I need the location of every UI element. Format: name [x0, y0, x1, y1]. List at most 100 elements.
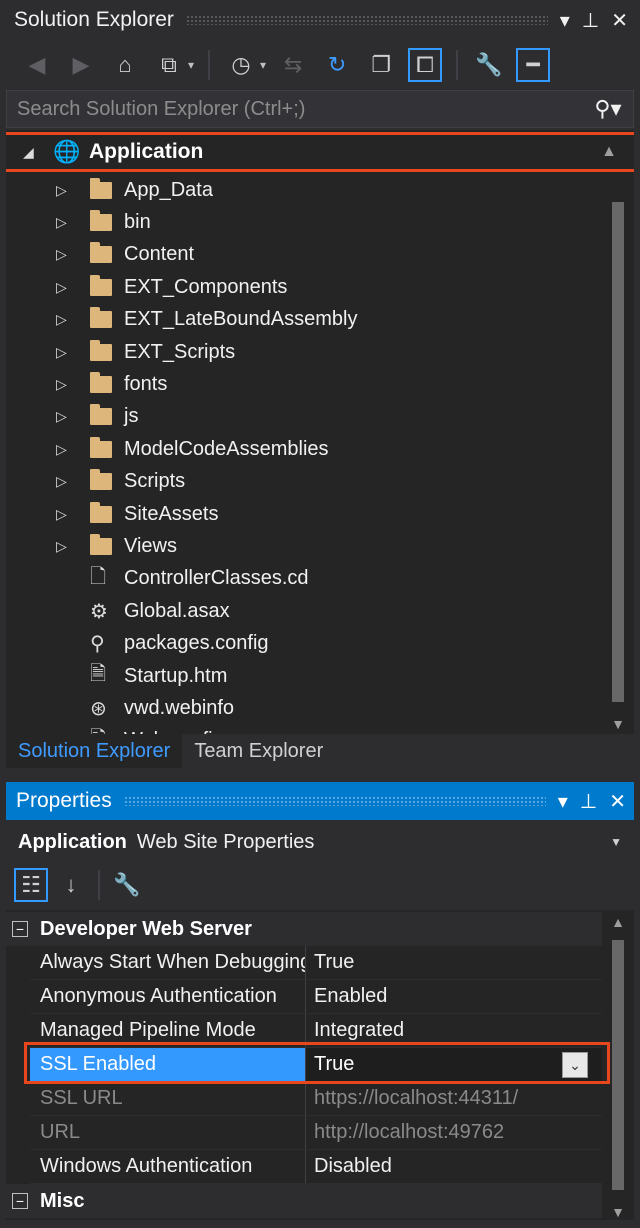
- show-all-files-icon[interactable]: ⧠: [408, 48, 443, 82]
- tree-folder-item[interactable]: ▷ App_Data: [6, 174, 602, 206]
- property-value[interactable]: Integrated: [306, 1014, 602, 1047]
- property-name[interactable]: URL: [30, 1116, 306, 1149]
- filter-dropdown-icon[interactable]: ▾: [260, 58, 266, 72]
- property-value[interactable]: True: [306, 1048, 602, 1081]
- tree-folder-item[interactable]: ▷ Content: [6, 239, 602, 271]
- tree-folder-item[interactable]: ▷ bin: [6, 206, 602, 238]
- property-value[interactable]: https://localhost:44311/: [306, 1082, 602, 1115]
- property-value[interactable]: True: [306, 946, 602, 979]
- tab-solution-explorer[interactable]: Solution Explorer: [6, 734, 183, 768]
- close-icon[interactable]: ✕: [611, 8, 628, 33]
- property-row[interactable]: Anonymous Authentication Enabled: [30, 980, 602, 1014]
- property-pages-wrench-icon[interactable]: 🔧: [110, 868, 144, 902]
- forward-icon[interactable]: ▶: [64, 48, 98, 82]
- alphabetical-icon[interactable]: ↓: [54, 868, 88, 902]
- search-input[interactable]: [17, 97, 583, 121]
- search-options-icon[interactable]: ⚲▾: [583, 96, 633, 122]
- grid-scrollbar[interactable]: ▲ ▼: [610, 910, 626, 1220]
- tree-folder-item[interactable]: ▷ EXT_Scripts: [6, 336, 602, 368]
- tree-folder-item[interactable]: ▷ EXT_Components: [6, 271, 602, 303]
- tree-folder-item[interactable]: ▷ SiteAssets: [6, 498, 602, 530]
- sync-with-document-icon[interactable]: ⇆: [276, 48, 310, 82]
- refresh-icon[interactable]: ↻: [320, 48, 354, 82]
- title-grip[interactable]: [123, 796, 546, 806]
- tree-folder-item[interactable]: ▷ Scripts: [6, 466, 602, 498]
- property-row[interactable]: SSL URL https://localhost:44311/: [30, 1082, 602, 1116]
- properties-wrench-icon[interactable]: 🔧: [472, 48, 506, 82]
- category-developer-web-server[interactable]: − Developer Web Server: [6, 912, 602, 946]
- expand-arrow-icon[interactable]: ▷: [6, 182, 90, 199]
- category-misc[interactable]: − Misc: [6, 1184, 602, 1218]
- tree-folder-item[interactable]: ▷ EXT_LateBoundAssembly: [6, 304, 602, 336]
- chevron-down-icon[interactable]: ▼: [610, 835, 622, 849]
- scroll-up-icon[interactable]: ▲: [601, 143, 617, 161]
- tree-file-item[interactable]: 🗎 Startup.htm: [6, 660, 602, 692]
- expand-arrow-icon[interactable]: ▷: [6, 376, 90, 393]
- property-name[interactable]: Anonymous Authentication: [30, 980, 306, 1013]
- switch-views-dropdown-icon[interactable]: ▾: [188, 58, 194, 72]
- scroll-down-icon[interactable]: ▼: [610, 716, 626, 732]
- value-dropdown-chevron-icon[interactable]: ⌄: [562, 1052, 588, 1078]
- property-row[interactable]: SSL Enabled True ⌄: [30, 1048, 602, 1082]
- expand-arrow-icon[interactable]: ▷: [6, 344, 90, 361]
- switch-views-icon[interactable]: ⧉: [152, 48, 186, 82]
- pending-changes-filter-icon[interactable]: ◷: [224, 48, 258, 82]
- back-icon[interactable]: ◀: [20, 48, 54, 82]
- categorized-icon[interactable]: ☷: [14, 868, 48, 902]
- tree-folder-item[interactable]: ▷ Views: [6, 530, 602, 562]
- window-menu-icon[interactable]: ▾: [558, 789, 568, 814]
- tree-root-application[interactable]: ◢ 🌐 Application ▲: [6, 132, 634, 172]
- property-row[interactable]: Always Start When Debugging True: [30, 946, 602, 980]
- tree-file-item[interactable]: ⚙ Global.asax: [6, 595, 602, 627]
- property-value[interactable]: Enabled: [306, 980, 602, 1013]
- object-selector[interactable]: Application Web Site Properties ▼: [6, 822, 634, 862]
- solution-tree[interactable]: ◢ 🌐 Application ▲ ▷ App_Data ▷ bin ▷ Content ▷…: [6, 130, 634, 734]
- window-menu-icon[interactable]: ▾: [560, 8, 570, 33]
- search-box[interactable]: ⚲▾: [6, 90, 634, 128]
- tree-file-item[interactable]: 🗋 ControllerClasses.cd: [6, 563, 602, 595]
- pin-icon[interactable]: ⊥: [580, 789, 597, 814]
- property-value[interactable]: http://localhost:49762: [306, 1116, 602, 1149]
- expand-arrow-icon[interactable]: ▷: [6, 246, 90, 263]
- property-row[interactable]: URL http://localhost:49762: [30, 1116, 602, 1150]
- scroll-down-icon[interactable]: ▼: [610, 1204, 626, 1220]
- scrollbar-thumb[interactable]: [612, 940, 624, 1190]
- expand-arrow-icon[interactable]: ▷: [6, 214, 90, 231]
- expand-arrow-icon[interactable]: ▷: [6, 408, 90, 425]
- scrollbar-thumb[interactable]: [612, 202, 624, 702]
- property-row[interactable]: Windows Authentication Disabled: [30, 1150, 602, 1184]
- tab-team-explorer[interactable]: Team Explorer: [182, 734, 335, 768]
- property-name[interactable]: Managed Pipeline Mode: [30, 1014, 306, 1047]
- collapse-box-icon[interactable]: −: [12, 1193, 28, 1209]
- tree-file-item[interactable]: ⚲ packages.config: [6, 628, 602, 660]
- expand-arrow-icon[interactable]: ▷: [6, 279, 90, 296]
- property-value[interactable]: Disabled: [306, 1150, 602, 1183]
- tree-file-item[interactable]: 🗎Web.config: [6, 725, 602, 734]
- property-name[interactable]: Always Start When Debugging: [30, 946, 306, 979]
- close-icon[interactable]: ✕: [609, 789, 626, 814]
- tree-folder-item[interactable]: ▷ js: [6, 401, 602, 433]
- tree-file-item[interactable]: ⊛ vwd.webinfo: [6, 692, 602, 724]
- expand-arrow-icon[interactable]: ▷: [6, 538, 90, 555]
- property-row[interactable]: Managed Pipeline Mode Integrated: [30, 1014, 602, 1048]
- home-icon[interactable]: ⌂: [108, 48, 142, 82]
- property-name[interactable]: SSL URL: [30, 1082, 306, 1115]
- title-grip[interactable]: [185, 15, 548, 25]
- tree-folder-item[interactable]: ▷ fonts: [6, 368, 602, 400]
- expand-arrow-icon[interactable]: ▷: [6, 311, 90, 328]
- expand-arrow-icon[interactable]: ▷: [6, 506, 90, 523]
- collapse-box-icon[interactable]: −: [12, 921, 28, 937]
- expand-arrow-icon[interactable]: ▷: [6, 441, 90, 458]
- property-grid[interactable]: − Developer Web Server Always Start When…: [6, 910, 634, 1220]
- pin-icon[interactable]: ⊥: [582, 8, 599, 33]
- expand-arrow-icon[interactable]: ▷: [6, 473, 90, 490]
- preview-selected-items-icon[interactable]: ━: [516, 48, 551, 82]
- property-name[interactable]: SSL Enabled: [30, 1048, 306, 1081]
- tree-folder-item[interactable]: ▷ ModelCodeAssemblies: [6, 433, 602, 465]
- collapse-all-icon[interactable]: ❐: [364, 48, 398, 82]
- property-name[interactable]: Windows Authentication: [30, 1150, 306, 1183]
- collapse-arrow-icon[interactable]: ◢: [23, 144, 53, 161]
- tree-item-label: EXT_LateBoundAssembly: [124, 308, 358, 331]
- scroll-up-icon[interactable]: ▲: [610, 914, 626, 930]
- tree-scrollbar[interactable]: ▼: [610, 172, 626, 732]
